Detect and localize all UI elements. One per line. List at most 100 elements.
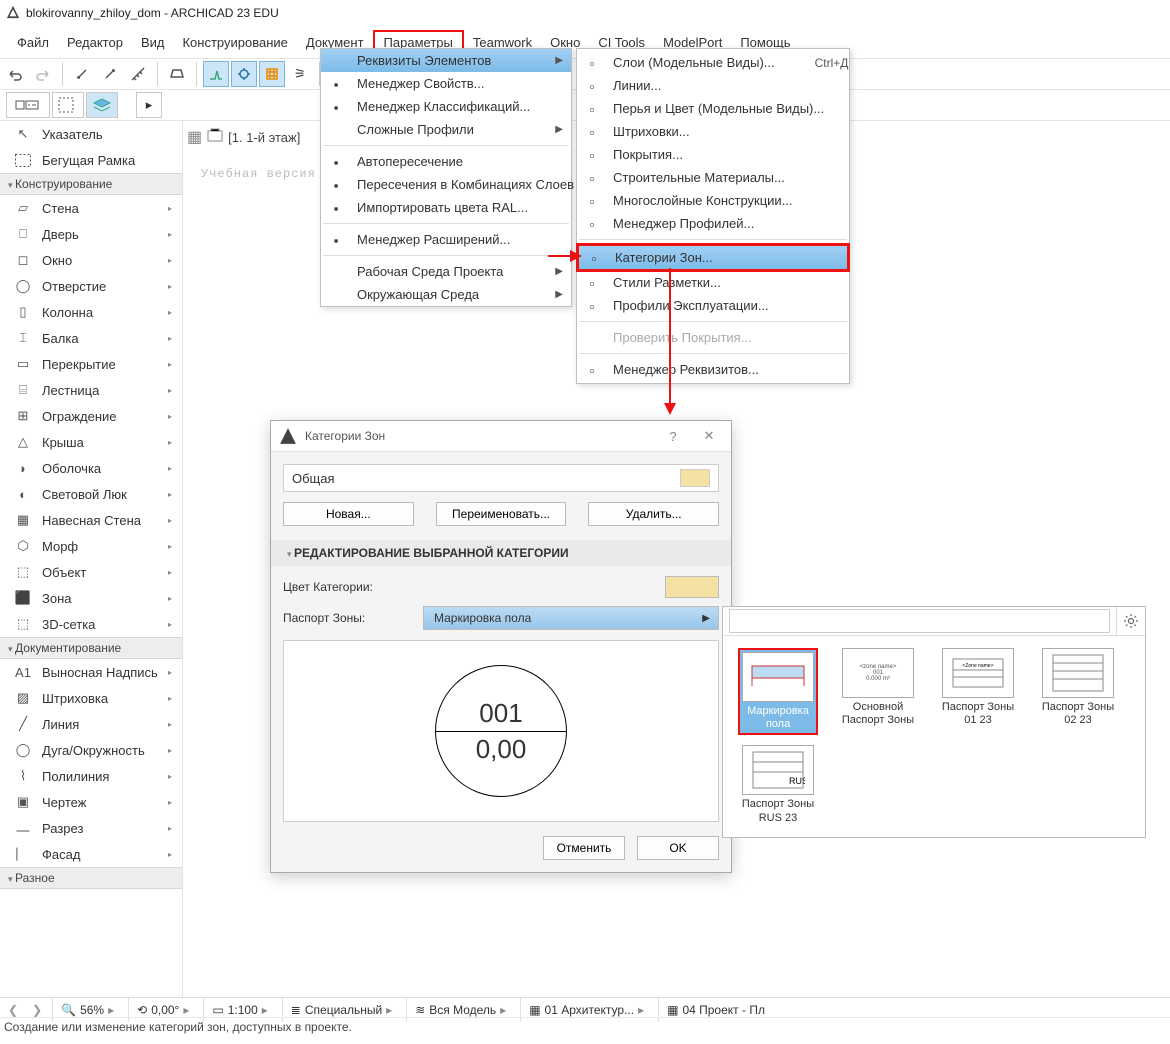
penset-value[interactable]: Специальный [305, 1003, 382, 1017]
menuitem[interactable]: ▫Менеджер Профилей... [577, 212, 849, 235]
section-misc[interactable]: Разное [0, 867, 182, 889]
scale-value[interactable]: 1:100 [228, 1003, 258, 1017]
snap-button-1[interactable] [203, 61, 229, 87]
picker-search-input[interactable] [729, 609, 1110, 633]
zoom-value[interactable]: 56% [80, 1003, 104, 1017]
tab-label[interactable]: [1. 1-й этаж] [228, 130, 300, 145]
dialog-close-button[interactable]: ✕ [691, 422, 727, 450]
menuitem[interactable]: Рабочая Среда Проекта▶ [321, 260, 571, 283]
tool-3D-сетка[interactable]: ⬚3D-сетка▸ [0, 611, 182, 637]
ok-button[interactable]: OK [637, 836, 719, 860]
picker-item[interactable]: RUSПаспорт Зоны RUS 23 [729, 741, 827, 828]
tab-grid-icon[interactable]: ▦ [187, 127, 202, 147]
new-button[interactable]: Новая... [283, 502, 414, 526]
pickup-button[interactable] [69, 61, 95, 87]
redo-button[interactable] [30, 61, 56, 87]
toolbtn-arrow[interactable]: ▸ [136, 92, 162, 118]
rename-button[interactable]: Переименовать... [436, 502, 567, 526]
picker-item[interactable]: Маркировка пола [729, 644, 827, 739]
tool-Навесная Стена[interactable]: ▦Навесная Стена▸ [0, 507, 182, 533]
measure-button[interactable] [125, 61, 151, 87]
picker-item[interactable]: <Zone name>Паспорт Зоны 01 23 [929, 644, 1027, 739]
menuitem[interactable]: ▫Слои (Модельные Виды)...Ctrl+Д [577, 51, 849, 74]
menuitem[interactable]: ▪Менеджер Классификаций... [321, 95, 571, 118]
menuitem[interactable]: ▫Перья и Цвет (Модельные Виды)... [577, 97, 849, 120]
menu-editor[interactable]: Редактор [58, 32, 132, 53]
tool-Штриховка[interactable]: ▨Штриховка▸ [0, 685, 182, 711]
menuitem[interactable]: ▫Линии... [577, 74, 849, 97]
menuitem[interactable]: Окружающая Среда▶ [321, 283, 571, 306]
menuitem[interactable]: ▫Профили Эксплуатации... [577, 294, 849, 317]
edit-section-header[interactable]: РЕДАКТИРОВАНИЕ ВЫБРАННОЙ КАТЕГОРИИ [271, 540, 731, 566]
toolbtn-marquee[interactable] [52, 92, 84, 118]
ruler-button[interactable] [164, 61, 190, 87]
inject-button[interactable] [97, 61, 123, 87]
cancel-button[interactable]: Отменить [543, 836, 625, 860]
dialog-help-button[interactable]: ? [655, 422, 691, 450]
menuitem[interactable]: ▫Многослойные Конструкции... [577, 189, 849, 212]
menu-file[interactable]: Файл [8, 32, 58, 53]
tool-Разрез[interactable]: ⎼Разрез▸ [0, 815, 182, 841]
menu-design[interactable]: Конструирование [173, 32, 296, 53]
picker-item[interactable]: <zone name>0010.000 m²Основной Паспорт З… [829, 644, 927, 739]
tool-Выносная Надпись[interactable]: A1Выносная Надпись▸ [0, 659, 182, 685]
menuitem[interactable]: ▪Менеджер Расширений... [321, 228, 571, 251]
tool-Оболочка[interactable]: ◗Оболочка▸ [0, 455, 182, 481]
menuitem[interactable]: ▫Строительные Материалы... [577, 166, 849, 189]
color-swatch[interactable] [665, 576, 719, 598]
section-design[interactable]: Конструирование [0, 173, 182, 195]
menuitem[interactable]: ▪Импортировать цвета RAL... [321, 196, 571, 219]
nav-fwd-icon[interactable]: ❯ [28, 1003, 46, 1017]
menuitem[interactable]: ▪Менеджер Свойств... [321, 72, 571, 95]
picker-settings-button[interactable] [1116, 607, 1145, 635]
tool-Полилиния[interactable]: ⌇Полилиния▸ [0, 763, 182, 789]
tool-Морф[interactable]: ⬡Морф▸ [0, 533, 182, 559]
suspend-button[interactable]: ⚞ [287, 61, 313, 87]
tool-Дверь[interactable]: ⎕Дверь▸ [0, 221, 182, 247]
menuitem[interactable]: ▫Менеджер Реквизитов... [577, 358, 849, 381]
nav-back-icon[interactable]: ❮ [4, 1003, 22, 1017]
tool-Отверстие[interactable]: ◯Отверстие▸ [0, 273, 182, 299]
tab-floor-icon[interactable] [206, 127, 224, 148]
menuitem[interactable]: ▫Стили Разметки... [577, 271, 849, 294]
snap-button-2[interactable] [231, 61, 257, 87]
undo-button[interactable] [2, 61, 28, 87]
tool-Зона[interactable]: ⬛Зона▸ [0, 585, 182, 611]
tool-Ограждение[interactable]: ⊞Ограждение▸ [0, 403, 182, 429]
menuitem[interactable]: ▫Штриховки... [577, 120, 849, 143]
tool-Дуга/Окружность[interactable]: ◯Дуга/Окружность▸ [0, 737, 182, 763]
tool-Световой Люк[interactable]: ◐Световой Люк▸ [0, 481, 182, 507]
tool-Объект[interactable]: ⬚Объект▸ [0, 559, 182, 585]
menuitem[interactable]: Сложные Профили▶ [321, 118, 571, 141]
toolbtn-favs[interactable] [6, 92, 50, 118]
tool-Фасад[interactable]: ⎸Фасад▸ [0, 841, 182, 867]
tool-Крыша[interactable]: △Крыша▸ [0, 429, 182, 455]
menuitem[interactable]: Реквизиты Элементов▶ [321, 49, 571, 72]
layout-value[interactable]: 04 Проект - Пл [682, 1003, 765, 1017]
toolbtn-layers[interactable] [86, 92, 118, 118]
tool-Линия[interactable]: ╱Линия▸ [0, 711, 182, 737]
menuitem[interactable]: ▫Покрытия... [577, 143, 849, 166]
menuitem[interactable]: ▪Автопересечение [321, 150, 571, 173]
tool-Лестница[interactable]: ⌸Лестница▸ [0, 377, 182, 403]
picker-item[interactable]: Паспорт Зоны 02 23 [1029, 644, 1127, 739]
tool-Балка[interactable]: ⌶Балка▸ [0, 325, 182, 351]
category-list[interactable]: Общая [283, 464, 719, 492]
view-value[interactable]: 01 Архитектур... [545, 1003, 635, 1017]
snap-button-3[interactable] [259, 61, 285, 87]
menuitem[interactable]: ▫Категории Зон... [577, 244, 849, 271]
menuitem[interactable]: ▪Пересечения в Комбинациях Слоев [321, 173, 571, 196]
layercombo-value[interactable]: Вся Модель [429, 1003, 496, 1017]
delete-button[interactable]: Удалить... [588, 502, 719, 526]
tool-Окно[interactable]: ◻Окно▸ [0, 247, 182, 273]
tool-Перекрытие[interactable]: ▭Перекрытие▸ [0, 351, 182, 377]
tool-Колонна[interactable]: ▯Колонна▸ [0, 299, 182, 325]
section-doc[interactable]: Документирование [0, 637, 182, 659]
tool-Чертеж[interactable]: ▣Чертеж▸ [0, 789, 182, 815]
tool-pointer[interactable]: ↖Указатель [0, 121, 182, 147]
tool-marquee[interactable]: Бегущая Рамка [0, 147, 182, 173]
passport-select[interactable]: Маркировка пола ▶ [423, 606, 719, 630]
tool-Стена[interactable]: ▱Стена▸ [0, 195, 182, 221]
angle-value[interactable]: 0,00° [151, 1003, 179, 1017]
menu-view[interactable]: Вид [132, 32, 174, 53]
